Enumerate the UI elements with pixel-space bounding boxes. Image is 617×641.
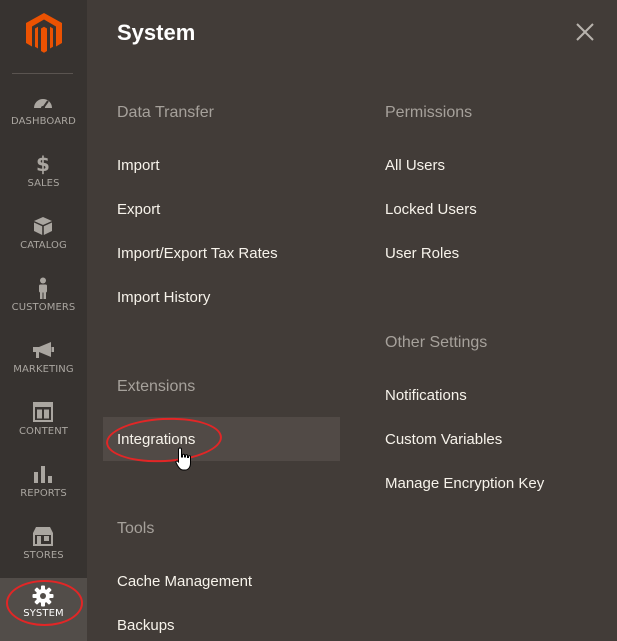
menu-link-import[interactable]: Import	[117, 157, 160, 174]
sidebar-item-label: REPORTS	[20, 488, 67, 499]
sidebar-item-system[interactable]: SYSTEM	[0, 578, 87, 641]
sidebar-item-content[interactable]: CONTENT	[0, 400, 87, 462]
box-icon	[31, 214, 55, 238]
sidebar-item-reports[interactable]: REPORTS	[0, 462, 87, 524]
sidebar-item-label: SYSTEM	[23, 608, 64, 619]
sidebar-item-dashboard[interactable]: DASHBOARD	[0, 90, 87, 152]
bar-chart-icon	[31, 462, 55, 486]
admin-app: DASHBOARD $ SALES CATALOG CUSTOMERS MARK…	[0, 0, 617, 641]
sidebar-item-label: MARKETING	[13, 364, 74, 375]
menu-link-manage-encryption-key[interactable]: Manage Encryption Key	[385, 475, 544, 492]
menu-link-cache-management[interactable]: Cache Management	[117, 573, 252, 590]
section-title-extensions: Extensions	[117, 378, 196, 395]
section-title-other-settings: Other Settings	[385, 334, 488, 351]
sidebar-item-label: DASHBOARD	[10, 116, 76, 127]
sidebar-item-label: STORES	[23, 550, 64, 561]
sidebar-item-stores[interactable]: STORES	[0, 524, 87, 586]
page-title: System	[117, 20, 196, 45]
sidebar-divider	[12, 73, 73, 74]
sidebar-item-label: CATALOG	[20, 240, 67, 251]
close-icon[interactable]	[573, 20, 597, 44]
dollar-icon: $	[36, 152, 50, 176]
layout-icon	[31, 400, 55, 424]
sidebar-item-customers[interactable]: CUSTOMERS	[0, 276, 87, 338]
sidebar-item-marketing[interactable]: MARKETING	[0, 338, 87, 400]
gear-icon	[31, 584, 55, 608]
sidebar-item-label: CONTENT	[18, 426, 69, 437]
menu-link-notifications[interactable]: Notifications	[385, 387, 467, 404]
menu-link-locked-users[interactable]: Locked Users	[385, 201, 477, 218]
sidebar-item-sales[interactable]: $ SALES	[0, 152, 87, 214]
megaphone-icon	[31, 338, 55, 362]
menu-link-export[interactable]: Export	[117, 201, 160, 218]
sidebar-item-label: SALES	[27, 178, 60, 189]
section-title-data-transfer: Data Transfer	[117, 104, 214, 121]
menu-link-user-roles[interactable]: User Roles	[385, 245, 459, 262]
person-icon	[31, 276, 55, 300]
menu-link-all-users[interactable]: All Users	[385, 157, 445, 174]
section-title-permissions: Permissions	[385, 104, 473, 121]
menu-link-custom-variables[interactable]: Custom Variables	[385, 431, 502, 448]
sidebar-item-catalog[interactable]: CATALOG	[0, 214, 87, 276]
menu-link-import-export-tax-rates[interactable]: Import/Export Tax Rates	[117, 245, 278, 262]
menu-link-backups[interactable]: Backups	[117, 617, 175, 634]
sidebar-item-label: CUSTOMERS	[11, 302, 76, 313]
section-title-tools: Tools	[117, 520, 155, 537]
admin-sidebar: DASHBOARD $ SALES CATALOG CUSTOMERS MARK…	[0, 0, 87, 641]
menu-link-import-history[interactable]: Import History	[117, 289, 210, 306]
menu-link-integrations[interactable]: Integrations	[117, 431, 195, 448]
dashboard-icon	[31, 90, 55, 114]
magento-logo-icon[interactable]	[25, 12, 63, 54]
store-icon	[31, 524, 55, 548]
